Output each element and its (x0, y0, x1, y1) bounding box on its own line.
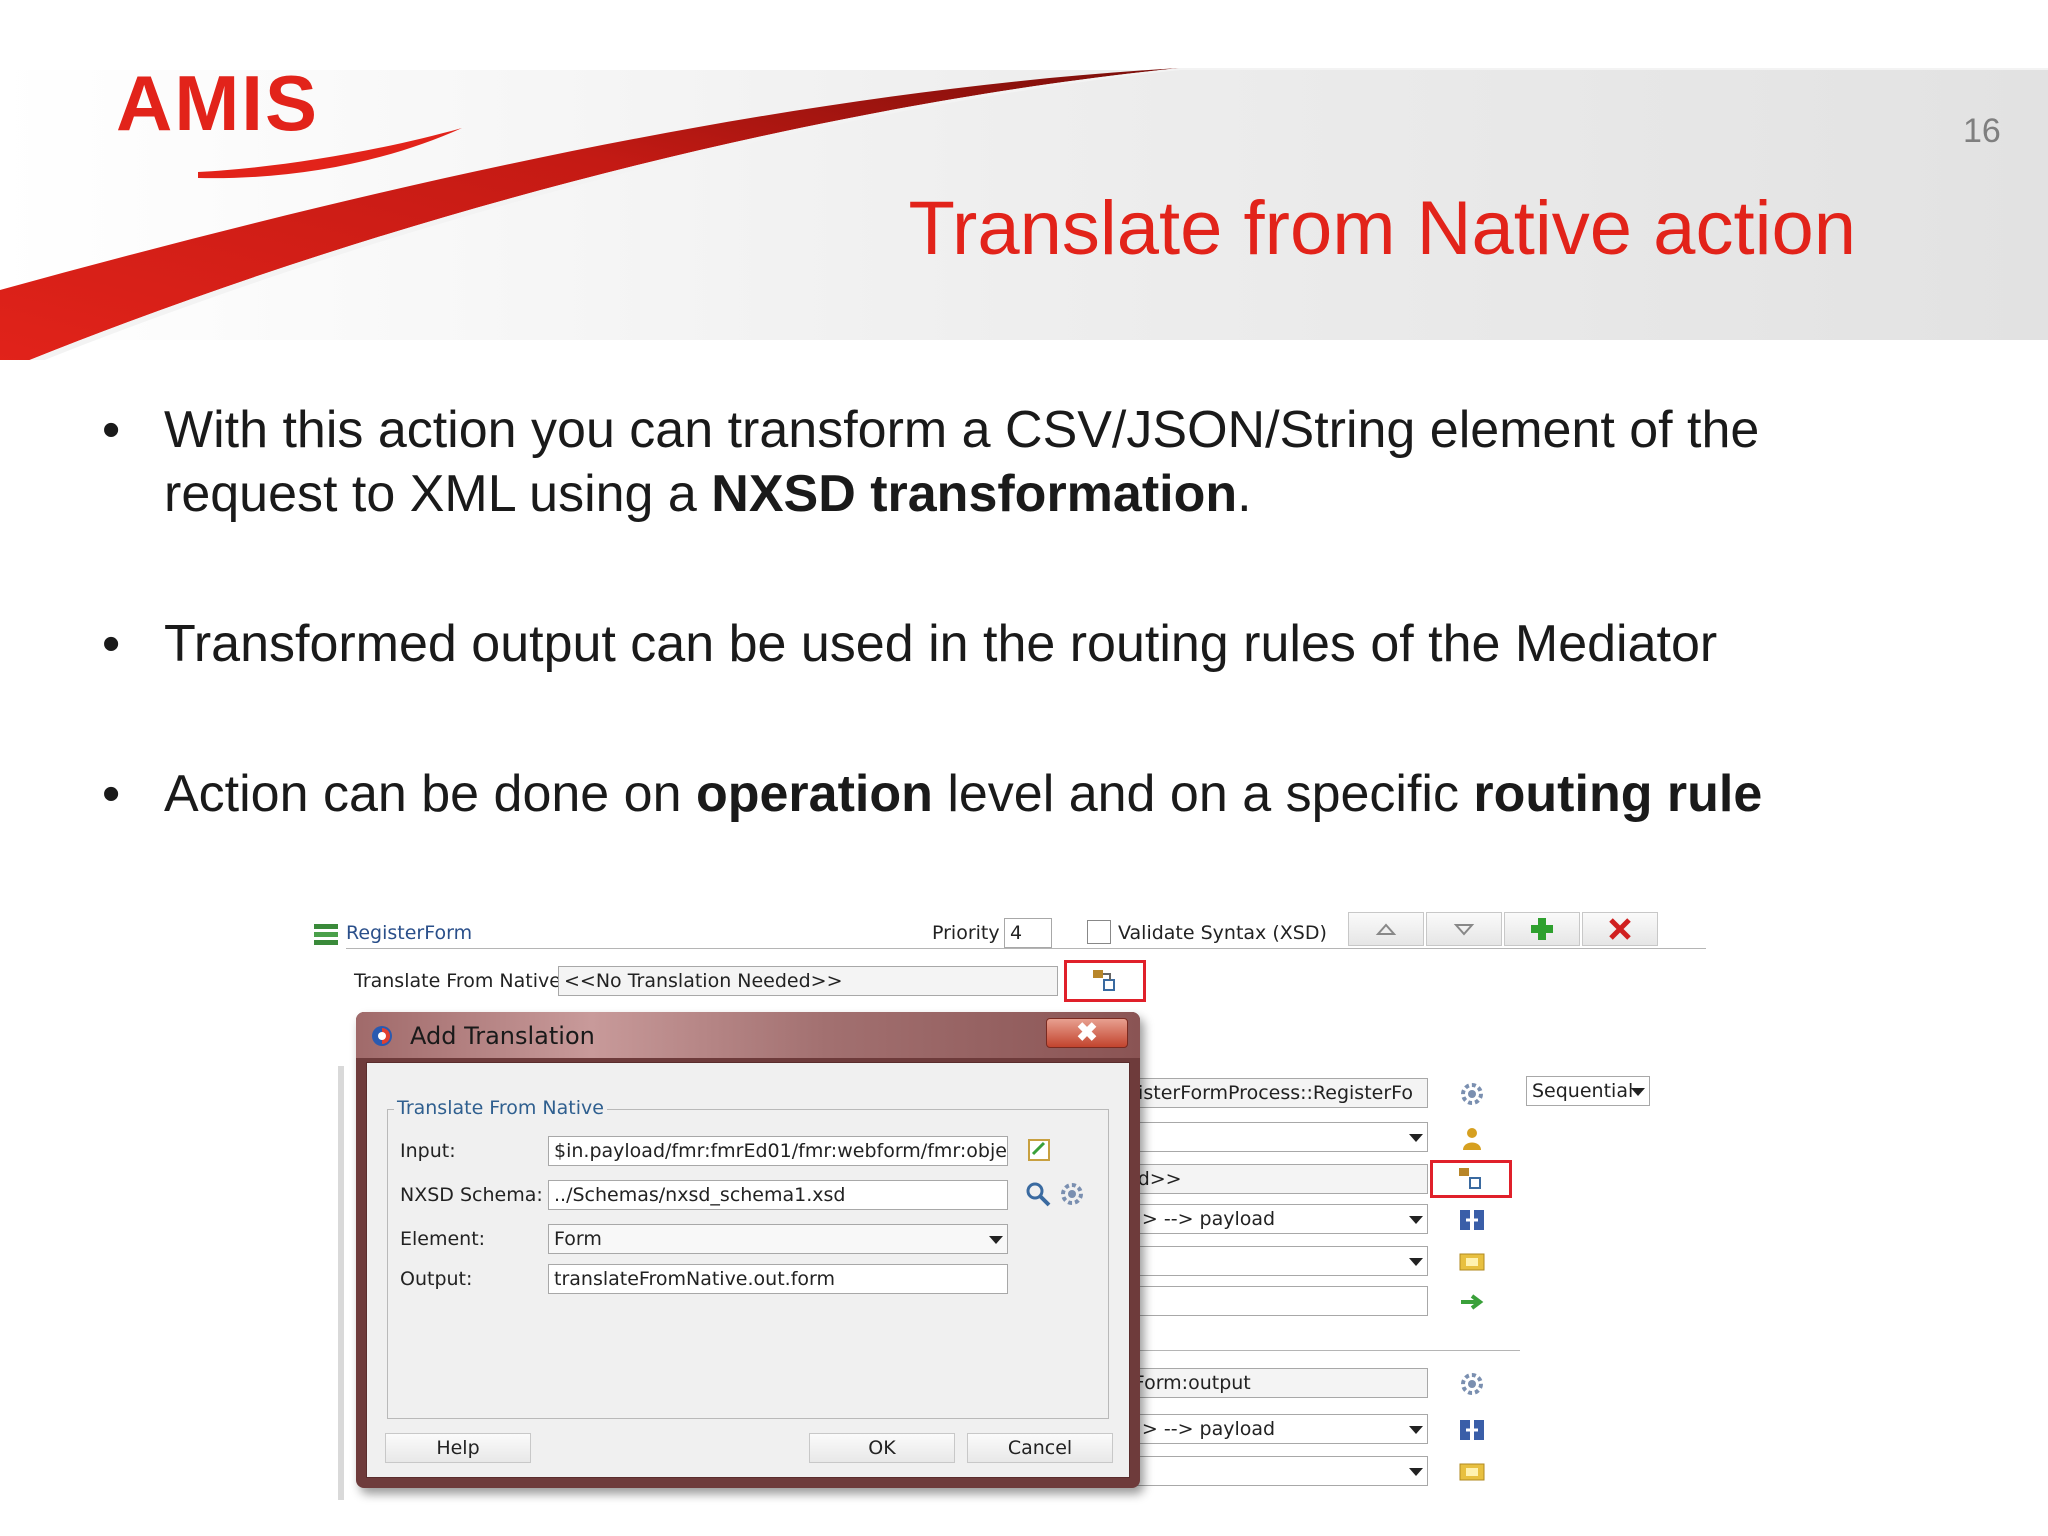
add-translation-dialog: Add Translation ✖ Translate From Native … (356, 1012, 1140, 1488)
slide: AMIS 16 Translate from Native action • W… (0, 0, 2048, 1536)
bullet-dot: • (102, 765, 121, 823)
input-field[interactable]: $in.payload/fmr:fmrEd01/fmr:webform/fmr:… (548, 1136, 1008, 1166)
combo-1[interactable] (1120, 1122, 1428, 1152)
execution-mode-select[interactable]: Sequential (1526, 1076, 1650, 1106)
slide-title: Translate from Native action (908, 186, 1856, 271)
close-icon (1609, 918, 1631, 940)
schema-label: NXSD Schema: (400, 1184, 543, 1206)
close-button[interactable]: ✖ (1046, 1018, 1128, 1048)
bullet-dot: • (102, 401, 121, 459)
validate-checkbox[interactable] (1087, 920, 1111, 944)
arrow-right-icon[interactable] (1458, 1288, 1486, 1316)
logo-swoosh (198, 128, 462, 179)
target-service-field[interactable]: gisterFormProcess::RegisterFo (1120, 1078, 1428, 1108)
dialog-title-bar[interactable]: Add Translation ✖ (356, 1012, 1140, 1058)
app-icon (372, 1026, 392, 1046)
bullet-3-text: Action can be done on operation level an… (164, 765, 1763, 823)
validate-label: Validate Syntax (XSD) (1118, 922, 1327, 944)
plus-icon (1531, 918, 1553, 940)
translate-field-2[interactable]: ed>> (1120, 1164, 1428, 1194)
assign-icon[interactable] (1458, 1458, 1486, 1486)
element-select[interactable]: Form (548, 1224, 1008, 1254)
combo-2[interactable] (1120, 1246, 1428, 1276)
group-legend: Translate From Native (394, 1097, 607, 1119)
delete-button[interactable] (1582, 912, 1658, 946)
page-number: 16 (1963, 112, 2001, 150)
gear-icon[interactable] (1458, 1370, 1486, 1398)
help-button[interactable]: Help (385, 1433, 531, 1463)
translate-field[interactable]: <<No Translation Needed>> (558, 966, 1058, 996)
output-field[interactable]: translateFromNative.out.form (548, 1264, 1008, 1294)
divider (1120, 1350, 1520, 1351)
reply-target-field[interactable]: rForm:output (1120, 1368, 1428, 1398)
schema-field[interactable]: ../Schemas/nxsd_schema1.xsd (548, 1180, 1008, 1210)
add-button[interactable] (1504, 912, 1580, 946)
ok-button[interactable]: OK (809, 1433, 955, 1463)
dialog-body: Translate From Native Input: $in.payload… (366, 1062, 1130, 1478)
input-label: Input: (400, 1140, 456, 1162)
move-down-button[interactable] (1426, 912, 1502, 946)
translate-group: Translate From Native Input: $in.payload… (387, 1097, 1109, 1419)
dialog-title: Add Translation (410, 1022, 595, 1050)
routing-rule-icon (314, 924, 338, 945)
transform-icon[interactable] (1458, 1416, 1486, 1444)
output-label: Output: (400, 1268, 473, 1290)
bullet-1-text: With this action you can transform a CSV… (164, 401, 1760, 523)
assign-combo-2[interactable]: >> --> payload (1120, 1414, 1428, 1444)
assign-icon[interactable] (1458, 1248, 1486, 1276)
operation-name[interactable]: RegisterForm (346, 922, 472, 944)
translate-icon[interactable] (1090, 966, 1118, 994)
gear-icon[interactable] (1458, 1080, 1486, 1108)
search-icon[interactable] (1024, 1180, 1052, 1208)
panel-edge (338, 1066, 344, 1500)
transform-icon[interactable] (1458, 1206, 1486, 1234)
translate-label: Translate From Native (354, 970, 561, 992)
cancel-button[interactable]: Cancel (967, 1433, 1113, 1463)
element-label: Element: (400, 1228, 486, 1250)
person-icon[interactable] (1458, 1124, 1486, 1152)
assign-combo-1[interactable]: >> --> payload (1120, 1204, 1428, 1234)
close-icon: ✖ (1076, 1017, 1098, 1047)
move-up-button[interactable] (1348, 912, 1424, 946)
empty-field[interactable] (1120, 1286, 1428, 1316)
bullet-2-text: Transformed output can be used in the ro… (164, 615, 1718, 673)
gear-icon[interactable] (1058, 1180, 1086, 1208)
priority-spinner[interactable]: 4 (1004, 918, 1052, 948)
priority-label: Priority (932, 922, 1000, 944)
edit-expression-icon[interactable] (1026, 1136, 1054, 1164)
combo-3[interactable] (1120, 1456, 1428, 1486)
translate-icon[interactable] (1456, 1164, 1484, 1192)
divider (346, 948, 1706, 949)
bullet-dot: • (102, 615, 121, 673)
